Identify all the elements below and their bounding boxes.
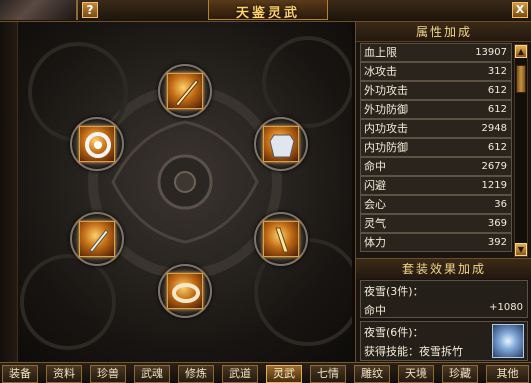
attribute-row: 血上限 13907 — [360, 43, 512, 62]
tab-collection[interactable]: 珍藏 — [442, 365, 478, 383]
tab-pets[interactable]: 珍兽 — [90, 365, 126, 383]
attribute-scrollbar[interactable]: ▲ ▼ — [514, 44, 528, 257]
tab-wudao[interactable]: 武道 — [222, 365, 258, 383]
attribute-row: 闪避 1219 — [360, 176, 512, 195]
armor-icon — [263, 126, 299, 162]
tab-tianjing[interactable]: 天境 — [398, 365, 434, 383]
attribute-value: 312 — [487, 66, 507, 77]
attribute-value: 13907 — [475, 47, 507, 58]
bottom-tab-bar: 装备 资料 珍兽 武魂 修炼 武道 灵武 七情 雕纹 天境 珍藏 其他 — [0, 362, 531, 383]
attribute-name: 冰攻击 — [364, 65, 397, 78]
attribute-row: 外功攻击 612 — [360, 81, 512, 100]
character-portrait — [0, 0, 78, 20]
spear-icon — [167, 73, 203, 109]
tab-cultivation[interactable]: 修炼 — [178, 365, 214, 383]
attribute-row: 内功攻击 2948 — [360, 119, 512, 138]
attribute-name: 内功防御 — [364, 141, 408, 154]
set6-label: 夜雪(6件)： — [364, 326, 424, 339]
tab-wuhun[interactable]: 武魂 — [134, 365, 170, 383]
attribute-name: 命中 — [364, 160, 386, 173]
attribute-value: 392 — [487, 237, 507, 248]
slot-left-upper[interactable] — [70, 117, 124, 171]
help-button[interactable]: ? — [82, 2, 98, 18]
scroll-thumb[interactable] — [516, 65, 526, 93]
dagger-icon — [79, 221, 115, 257]
title-bar: ? 天鉴灵武 X — [0, 0, 531, 22]
set-bonus-3: 夜雪(3件)： 命中 +1080 — [360, 280, 528, 318]
attribute-value: 36 — [494, 199, 507, 210]
attribute-value: 369 — [487, 218, 507, 229]
attribute-value: 1219 — [481, 180, 507, 191]
set6-skill: 获得技能：夜雪拆竹 — [364, 345, 463, 358]
scroll-up-icon[interactable]: ▲ — [515, 45, 527, 58]
attribute-name: 血上限 — [364, 46, 397, 59]
attribute-value: 612 — [487, 142, 507, 153]
tab-lingwu[interactable]: 灵武 — [266, 365, 302, 383]
slot-right-lower[interactable] — [254, 212, 308, 266]
attribute-value: 612 — [487, 104, 507, 115]
slot-left-lower[interactable] — [70, 212, 124, 266]
attribute-name: 灵气 — [364, 217, 386, 230]
equipment-stage — [18, 22, 352, 362]
attribute-name: 外功防御 — [364, 103, 408, 116]
gear-ring-icon — [79, 126, 115, 162]
attribute-name: 内功攻击 — [364, 122, 408, 135]
attribute-row: 会心 36 — [360, 195, 512, 214]
attribute-row: 外功防御 612 — [360, 100, 512, 119]
tab-other[interactable]: 其他 — [486, 365, 529, 383]
set3-label: 夜雪(3件)： — [364, 285, 424, 298]
staff-icon — [263, 221, 299, 257]
attribute-row: 体力 392 — [360, 233, 512, 252]
set-bonus-panel: 套装效果加成 夜雪(3件)： 命中 +1080 夜雪(6件)： 获得技能：夜雪拆… — [355, 258, 531, 362]
attribute-row: 命中 2679 — [360, 157, 512, 176]
set-bonus-header: 套装效果加成 — [356, 259, 531, 279]
attribute-row: 灵气 369 — [360, 214, 512, 233]
attribute-header: 属性加成 — [356, 22, 531, 42]
attribute-value: 612 — [487, 85, 507, 96]
bracelet-icon — [167, 273, 203, 309]
attribute-row: 冰攻击 312 — [360, 62, 512, 81]
set3-stat: 命中 — [364, 304, 386, 317]
slot-right-upper[interactable] — [254, 117, 308, 171]
tab-carving[interactable]: 雕纹 — [354, 365, 390, 383]
slot-top[interactable] — [158, 64, 212, 118]
attribute-name: 闪避 — [364, 179, 386, 192]
attribute-panel: 属性加成 血上限 13907 冰攻击 312 外功攻击 612 外功防御 612 内功攻… — [355, 22, 531, 258]
attribute-value: 2679 — [481, 161, 507, 172]
attribute-name: 会心 — [364, 198, 386, 211]
window-title: 天鉴灵武 — [235, 6, 300, 21]
slot-bottom[interactable] — [158, 264, 212, 318]
attribute-value: 2948 — [481, 123, 507, 134]
attribute-name: 体力 — [364, 236, 386, 249]
tab-profile[interactable]: 资料 — [46, 365, 82, 383]
left-border — [0, 22, 18, 362]
ice-skill-icon[interactable] — [492, 324, 524, 358]
set3-value: +1080 — [489, 302, 523, 313]
set-bonus-6: 夜雪(6件)： 获得技能：夜雪拆竹 — [360, 321, 528, 361]
tab-qiqing[interactable]: 七情 — [310, 365, 346, 383]
attribute-row: 内功防御 612 — [360, 138, 512, 157]
scroll-down-icon[interactable]: ▼ — [515, 243, 527, 256]
close-button[interactable]: X — [512, 2, 528, 18]
attribute-name: 外功攻击 — [364, 84, 408, 97]
tab-equipment[interactable]: 装备 — [2, 365, 38, 383]
